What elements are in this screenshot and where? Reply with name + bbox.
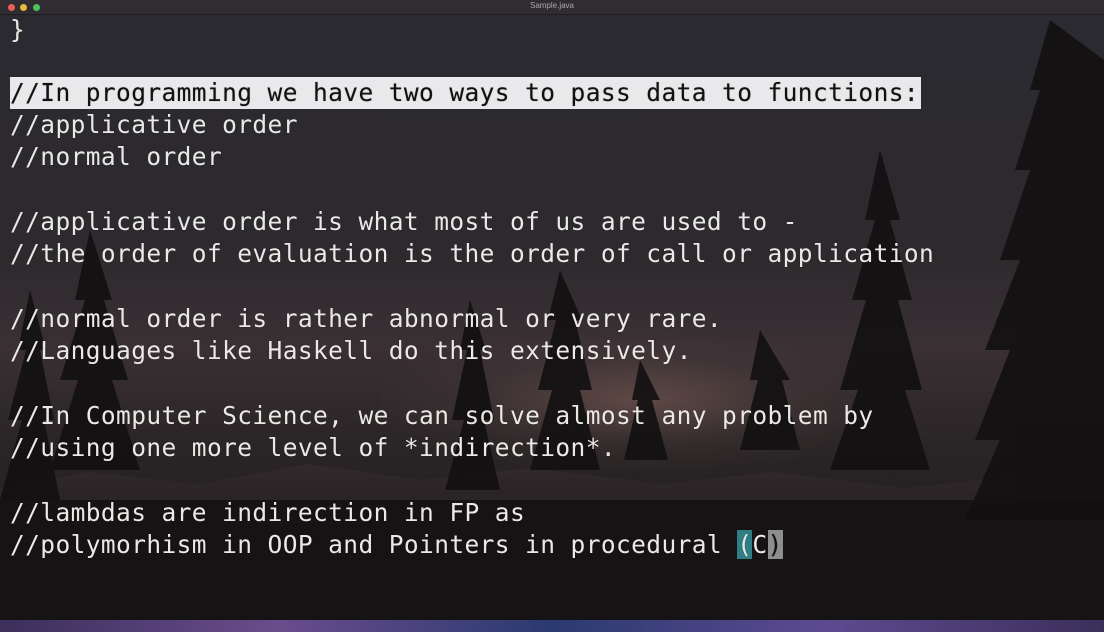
window-title: Sample.java — [529, 1, 575, 10]
code-line-current[interactable]: //polymorhism in OOP and Pointers in pro… — [10, 529, 783, 561]
code-line[interactable]: //applicative order — [10, 109, 298, 141]
code-line[interactable]: } — [10, 14, 25, 46]
code-line[interactable]: //applicative order is what most of us a… — [10, 206, 798, 238]
code-line-text: C — [752, 530, 768, 559]
matching-paren-highlight: ( — [737, 530, 753, 559]
code-line[interactable]: //normal order is rather abnormal or ver… — [10, 303, 722, 335]
code-line[interactable]: //the order of evaluation is the order o… — [10, 238, 934, 270]
text-editor[interactable]: } //In programming we have two ways to p… — [10, 14, 1100, 614]
code-line[interactable]: //In Computer Science, we can solve almo… — [10, 400, 874, 432]
code-line[interactable]: //Languages like Haskell do this extensi… — [10, 335, 692, 367]
code-line-text: //polymorhism in OOP and Pointers in pro… — [10, 530, 738, 559]
selected-code-line[interactable]: //In programming we have two ways to pas… — [10, 77, 922, 109]
code-line[interactable]: //lambdas are indirection in FP as — [10, 497, 525, 529]
desktop-background-strip — [0, 620, 1104, 632]
title-bar: Sample.java — [0, 0, 1104, 15]
code-line[interactable]: //using one more level of *indirection*. — [10, 432, 616, 464]
terminal-window: Sample.java } //In programming we have t… — [0, 0, 1104, 632]
code-line[interactable]: //normal order — [10, 141, 222, 173]
text-cursor: ) — [767, 530, 783, 559]
